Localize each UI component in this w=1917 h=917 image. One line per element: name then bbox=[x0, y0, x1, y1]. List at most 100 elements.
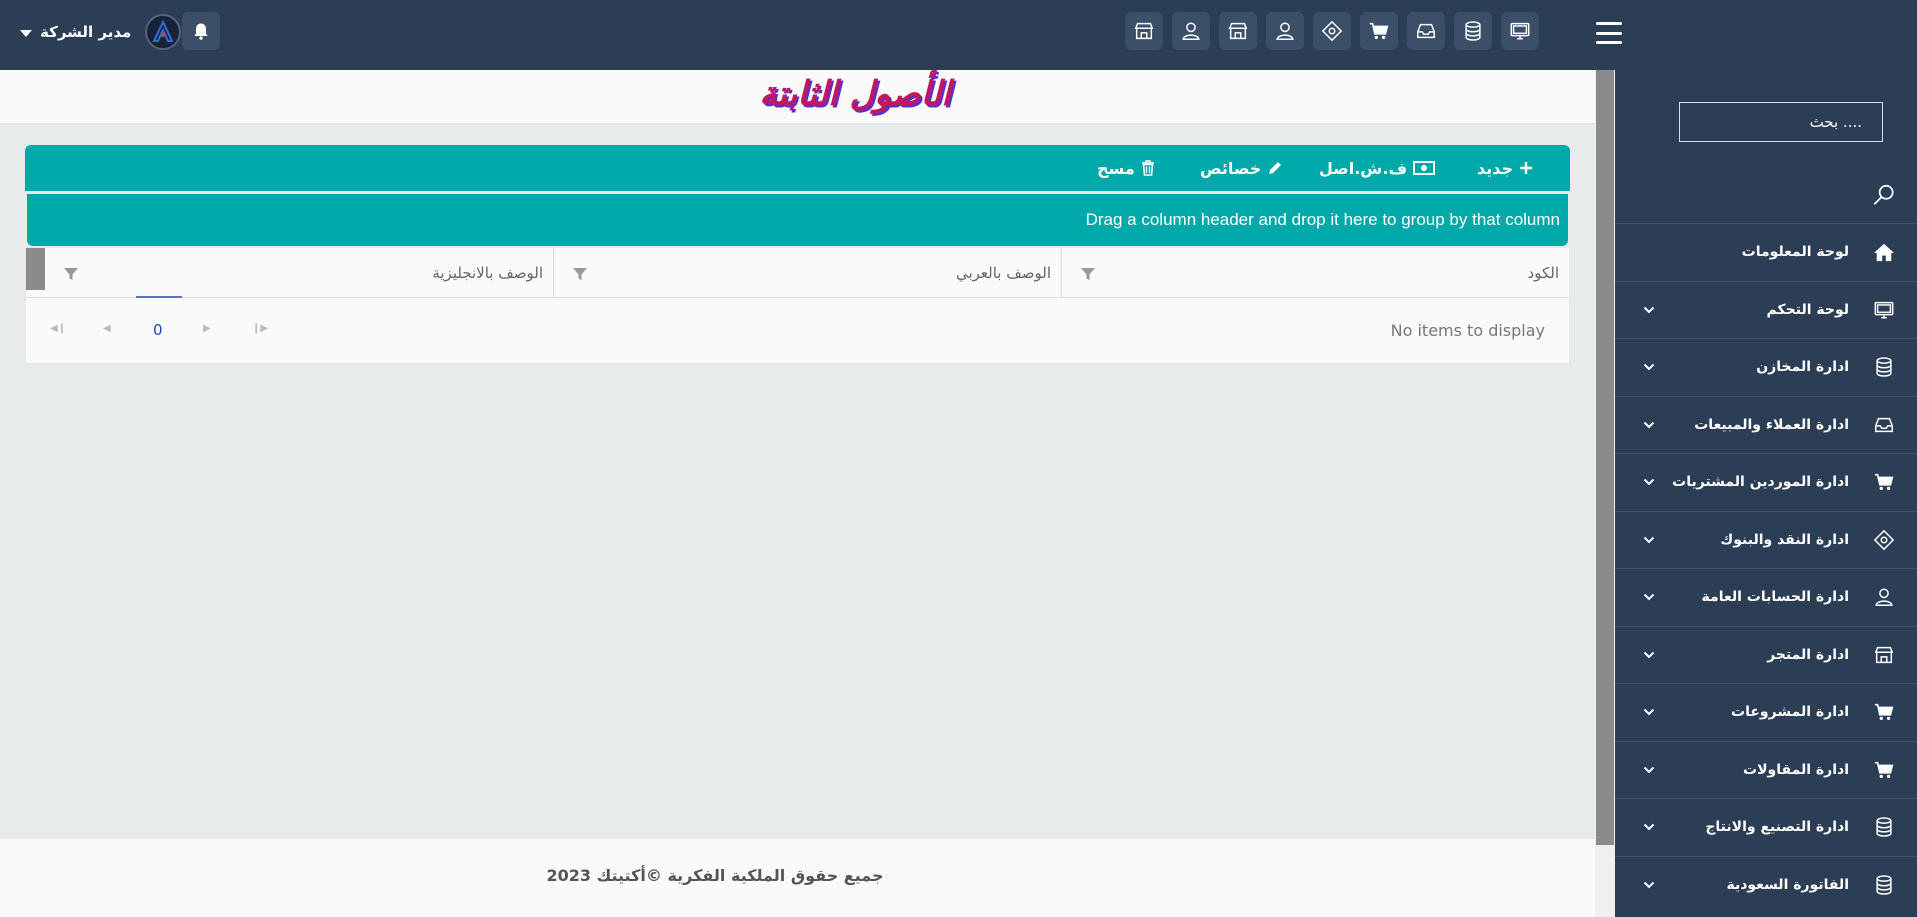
page-title: الأصول الثابتة bbox=[759, 74, 951, 114]
column-header-code[interactable]: الكود bbox=[1061, 248, 1569, 298]
cart-icon bbox=[1874, 474, 1894, 491]
column-title: الكود bbox=[1527, 264, 1559, 282]
sidebar-item-label: الفاتورة السعودية bbox=[1726, 876, 1849, 893]
sidebar-nav: لوحة المعلومات لوحة التحكم ادارة المخازن… bbox=[1615, 223, 1917, 913]
sidebar-item-label: ادارة الموردين المشتريات bbox=[1672, 474, 1849, 491]
chevron-down-icon bbox=[1643, 479, 1655, 486]
sidebar-item-manufacturing[interactable]: ادارة التصنيع والانتاج bbox=[1615, 798, 1917, 856]
sidebar-item-projects[interactable]: ادارة المشروعات bbox=[1615, 683, 1917, 741]
quick-cart-button[interactable] bbox=[1360, 12, 1398, 50]
database-icon bbox=[1876, 357, 1892, 377]
sidebar-item-label: ادارة الحسابات العامة bbox=[1701, 589, 1849, 606]
chevron-down-icon bbox=[1643, 306, 1655, 314]
previous-page-icon[interactable]: ◀ bbox=[103, 323, 111, 334]
sidebar-item-label: ادارة العملاء والمبيعات bbox=[1694, 416, 1849, 433]
properties-label: خصائص bbox=[1200, 158, 1262, 178]
group-by-panel[interactable]: Drag a column header and drop it here to… bbox=[27, 194, 1568, 246]
user-menu[interactable]: مدير الشركة bbox=[20, 14, 182, 50]
column-header-arabic-description[interactable]: الوصف بالعربي bbox=[553, 248, 1061, 298]
column-title: الوصف بالعربي bbox=[955, 264, 1051, 282]
chevron-down-icon bbox=[1643, 881, 1655, 889]
chevron-down-icon bbox=[1643, 536, 1655, 544]
asset-card-button[interactable]: ف.ش.اصل bbox=[1319, 157, 1436, 179]
store-icon bbox=[1874, 646, 1894, 663]
top-bar: مدير الشركة bbox=[0, 0, 1917, 70]
pencil-icon bbox=[1269, 162, 1282, 174]
sidebar-item-label: لوحة المعلومات bbox=[1741, 244, 1849, 261]
grid-pager: ◀❙ ◀ 0 ▶ ❙▶ No items to display bbox=[26, 296, 1569, 364]
scrollbar-thumb[interactable] bbox=[1596, 70, 1614, 845]
last-page-icon[interactable]: ❙▶ bbox=[252, 323, 268, 334]
grid-header: الكود الوصف بالعربي الوصف بالانجليزية bbox=[26, 248, 1569, 298]
menu-toggle-button[interactable] bbox=[1596, 22, 1622, 44]
properties-button[interactable]: خصائص bbox=[1200, 157, 1283, 179]
sidebar-item-dashboard[interactable]: لوحة المعلومات bbox=[1615, 223, 1917, 281]
next-page-icon[interactable]: ▶ bbox=[203, 323, 211, 334]
sidebar-item-store[interactable]: ادارة المتجر bbox=[1615, 625, 1917, 684]
quick-store-button[interactable] bbox=[1125, 12, 1163, 50]
search-icon[interactable] bbox=[1871, 182, 1897, 208]
quick-monitor-button[interactable] bbox=[1501, 12, 1539, 50]
sidebar-item-suppliers-purchases[interactable]: ادارة الموردين المشتريات bbox=[1615, 453, 1917, 511]
filter-icon[interactable] bbox=[63, 266, 79, 282]
delete-button[interactable]: مسح bbox=[1097, 157, 1155, 179]
inbox-icon bbox=[1417, 23, 1435, 39]
sidebar-item-warehouses[interactable]: ادارة المخازن bbox=[1615, 338, 1917, 396]
sidebar-item-contracting[interactable]: ادارة المقاولات bbox=[1615, 740, 1917, 799]
inbox-icon bbox=[1875, 417, 1893, 432]
sidebar-item-control-panel[interactable]: لوحة التحكم bbox=[1615, 280, 1917, 339]
sidebar-item-cash-banks[interactable]: ادارة النقد والبنوك bbox=[1615, 510, 1917, 569]
quick-user-button-2[interactable] bbox=[1266, 12, 1304, 50]
column-title: الوصف بالانجليزية bbox=[432, 264, 543, 282]
sidebar-item-label: ادارة المقاولات bbox=[1743, 761, 1849, 778]
notifications-button[interactable] bbox=[182, 12, 220, 50]
first-page-icon[interactable]: ◀❙ bbox=[50, 323, 66, 334]
chevron-down-icon bbox=[1643, 364, 1655, 371]
chevron-down-icon bbox=[1643, 824, 1655, 831]
hamburger-line bbox=[1596, 41, 1622, 44]
new-label: جديد bbox=[1477, 158, 1514, 178]
column-header-english-description[interactable]: الوصف بالانجليزية bbox=[45, 248, 553, 298]
sidebar-item-general-accounts[interactable]: ادارة الحسابات العامة bbox=[1615, 568, 1917, 626]
sidebar-item-label: ادارة المشروعات bbox=[1731, 704, 1849, 721]
user-icon bbox=[1875, 588, 1893, 607]
sidebar-item-saudi-invoice[interactable]: الفاتورة السعودية bbox=[1615, 855, 1917, 914]
copyright-text: جميع حقوق الملكية الفكرية ©أكتيتك 2023 bbox=[546, 866, 884, 885]
grid-toolbar: جديد ف.ش.اصل خصائص مسح bbox=[25, 145, 1570, 191]
user-name[interactable]: مدير الشركة bbox=[40, 23, 131, 41]
quick-money-button[interactable] bbox=[1313, 12, 1351, 50]
chevron-down-icon bbox=[1643, 594, 1655, 601]
hamburger-line bbox=[1596, 31, 1622, 35]
money-icon bbox=[1873, 529, 1895, 550]
user-icon bbox=[1182, 22, 1200, 40]
current-page-indicator bbox=[136, 296, 182, 298]
database-icon bbox=[1876, 817, 1892, 837]
quick-store-button-2[interactable] bbox=[1219, 12, 1257, 50]
quick-inbox-button[interactable] bbox=[1407, 12, 1445, 50]
sidebar-item-customers-sales[interactable]: ادارة العملاء والمبيعات bbox=[1615, 395, 1917, 454]
filter-icon[interactable] bbox=[1080, 266, 1096, 282]
quick-database-button[interactable] bbox=[1454, 12, 1492, 50]
new-button[interactable]: جديد bbox=[1477, 157, 1533, 179]
money-bill-icon bbox=[1413, 161, 1436, 175]
database-icon bbox=[1876, 875, 1892, 895]
filter-icon[interactable] bbox=[572, 266, 588, 282]
chevron-down-icon bbox=[1643, 766, 1655, 774]
quick-user-button[interactable] bbox=[1172, 12, 1210, 50]
chevron-down-icon bbox=[1643, 421, 1655, 429]
content-scrollbar[interactable] bbox=[1595, 70, 1615, 917]
grid-header-marker bbox=[26, 248, 45, 290]
cart-icon bbox=[1874, 761, 1894, 778]
asset-card-label: ف.ش.اصل bbox=[1319, 158, 1408, 178]
monitor-icon bbox=[1874, 301, 1894, 319]
page-number[interactable]: 0 bbox=[153, 321, 163, 339]
sidebar: لوحة المعلومات لوحة التحكم ادارة المخازن… bbox=[1615, 70, 1917, 917]
chevron-down-icon bbox=[1643, 651, 1655, 659]
store-icon bbox=[1134, 22, 1154, 40]
caret-down-icon[interactable] bbox=[20, 30, 32, 37]
trash-icon bbox=[1141, 160, 1154, 176]
sidebar-item-label: ادارة النقد والبنوك bbox=[1720, 531, 1849, 548]
company-logo-avatar[interactable] bbox=[145, 14, 182, 50]
cart-icon bbox=[1874, 704, 1894, 721]
home-icon bbox=[1874, 244, 1894, 262]
